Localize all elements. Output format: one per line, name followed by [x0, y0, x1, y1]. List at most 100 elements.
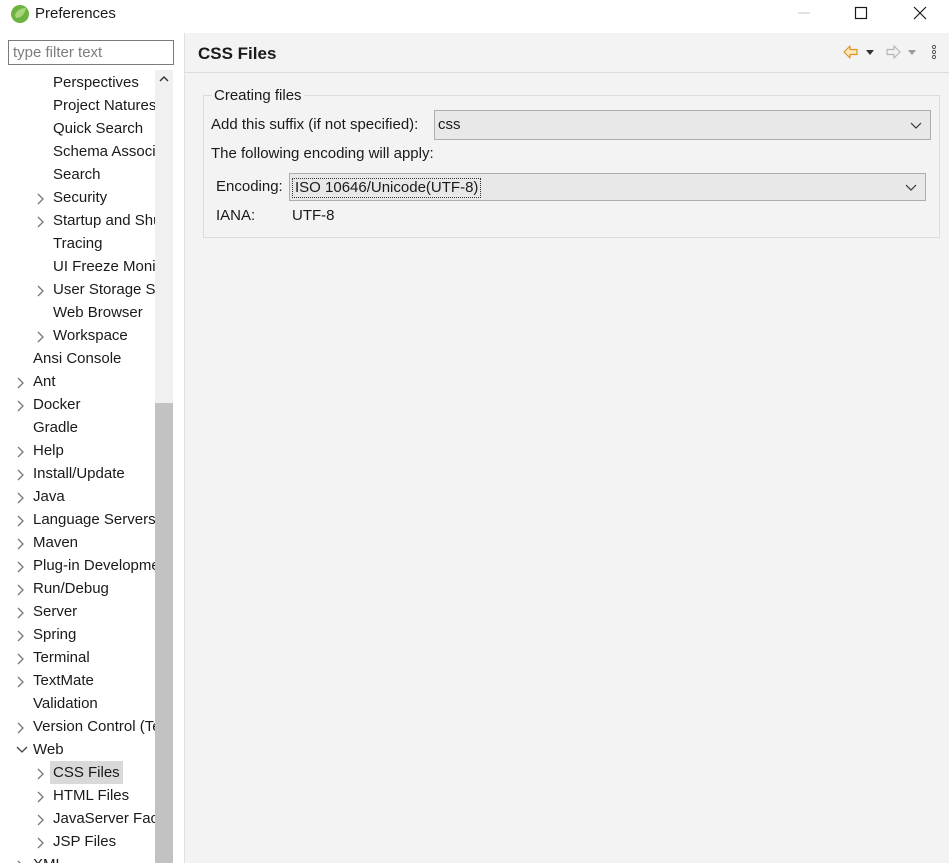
tree-item[interactable]: Gradle: [0, 416, 155, 439]
maximize-button[interactable]: [832, 0, 890, 30]
tree-item[interactable]: Project Natures: [0, 94, 155, 117]
tree-item[interactable]: Terminal: [0, 646, 155, 669]
encoding-combo[interactable]: ISO 10646/Unicode(UTF-8): [289, 173, 926, 201]
chevron-right-icon[interactable]: [35, 209, 47, 232]
filter-input[interactable]: [8, 40, 174, 65]
chevron-down-icon: [910, 122, 922, 129]
tree-item[interactable]: HTML Files: [0, 784, 155, 807]
suffix-combo[interactable]: css: [434, 110, 931, 140]
chevron-down-icon[interactable]: [15, 738, 28, 761]
tree-item[interactable]: Install/Update: [0, 462, 155, 485]
tree-item-label: Workspace: [53, 327, 128, 344]
chevron-right-icon[interactable]: [15, 485, 27, 508]
group-title: Creating files: [212, 87, 304, 104]
tree-item-label: Quick Search: [53, 120, 144, 137]
tree-item[interactable]: Schema Associations: [0, 140, 155, 163]
chevron-down-icon: [905, 184, 917, 191]
maximize-icon: [854, 6, 868, 20]
encoding-intro-text: The following encoding will apply:: [211, 145, 434, 162]
chevron-right-icon[interactable]: [35, 324, 47, 347]
tree-item[interactable]: Version Control (Team): [0, 715, 155, 738]
chevron-right-icon[interactable]: [15, 600, 27, 623]
preference-page: CSS Files Creating files Add this suffix…: [185, 33, 949, 863]
chevron-right-icon[interactable]: [15, 554, 27, 577]
tree-item[interactable]: Ant: [0, 370, 155, 393]
chevron-right-icon[interactable]: [15, 669, 27, 692]
tree-item-label: Startup and Shutdown: [53, 212, 155, 229]
tree-item[interactable]: XML: [0, 853, 155, 863]
tree-item[interactable]: Run/Debug: [0, 577, 155, 600]
chevron-right-icon[interactable]: [15, 462, 27, 485]
tree-item-label: Schema Associations: [53, 143, 155, 160]
title-bar: Preferences: [0, 0, 949, 30]
encoding-label: Encoding:: [216, 178, 283, 195]
tree-item-label: Security: [53, 189, 108, 206]
tree-item-label: Java: [33, 488, 65, 505]
tree-item[interactable]: TextMate: [0, 669, 155, 692]
tree-item[interactable]: Validation: [0, 692, 155, 715]
tree-item[interactable]: Search: [0, 163, 155, 186]
chevron-right-icon[interactable]: [35, 761, 47, 784]
tree-item[interactable]: Startup and Shutdown: [0, 209, 155, 232]
tree-item-label: HTML Files: [53, 787, 130, 804]
chevron-right-icon[interactable]: [35, 807, 47, 830]
preference-tree: Perspectives Project Natures Quick Search S…: [0, 70, 155, 863]
tree-item[interactable]: Help: [0, 439, 155, 462]
chevron-right-icon[interactable]: [15, 508, 27, 531]
tree-item[interactable]: JavaServer Faces Tools: [0, 807, 155, 830]
tree-item[interactable]: Maven: [0, 531, 155, 554]
tree-item[interactable]: UI Freeze Monitoring: [0, 255, 155, 278]
forward-history-dropdown[interactable]: [906, 43, 918, 61]
tree-item-label: Search: [53, 166, 101, 183]
chevron-right-icon[interactable]: [15, 393, 27, 416]
chevron-right-icon[interactable]: [15, 531, 27, 554]
scroll-up-button[interactable]: [155, 70, 173, 88]
back-button[interactable]: [842, 43, 860, 61]
chevron-right-icon[interactable]: [15, 623, 27, 646]
chevron-right-icon[interactable]: [15, 715, 27, 738]
tree-item[interactable]: Web: [0, 738, 155, 761]
iana-label: IANA:: [216, 207, 256, 224]
tree-item[interactable]: Server: [0, 600, 155, 623]
window-title: Preferences: [35, 5, 116, 22]
tree-scrollbar[interactable]: [155, 70, 173, 863]
tree-item[interactable]: Workspace: [0, 324, 155, 347]
chevron-right-icon[interactable]: [35, 784, 47, 807]
tree-item[interactable]: CSS Files: [0, 761, 155, 784]
tree-item[interactable]: Quick Search: [0, 117, 155, 140]
chevron-right-icon[interactable]: [15, 577, 27, 600]
tree-item[interactable]: Plug-in Development: [0, 554, 155, 577]
tree-item-label: JavaServer Faces Tools: [53, 810, 155, 827]
chevron-right-icon[interactable]: [15, 439, 27, 462]
tree-item-label: Version Control (Team): [33, 718, 155, 735]
tree-item[interactable]: Docker: [0, 393, 155, 416]
chevron-right-icon[interactable]: [35, 830, 47, 853]
tree-item[interactable]: Security: [0, 186, 155, 209]
chevron-right-icon[interactable]: [15, 646, 27, 669]
tree-item[interactable]: Ansi Console: [0, 347, 155, 370]
tree-item-label: Language Servers: [33, 511, 155, 528]
arrow-right-icon: [886, 45, 901, 59]
view-menu-button[interactable]: [930, 43, 938, 61]
tree-item[interactable]: Tracing: [0, 232, 155, 255]
page-header: CSS Files: [185, 33, 949, 73]
tree-item[interactable]: Java: [0, 485, 155, 508]
tree-item[interactable]: Perspectives: [0, 71, 155, 94]
chevron-right-icon[interactable]: [15, 370, 27, 393]
chevron-right-icon[interactable]: [35, 186, 47, 209]
chevron-right-icon[interactable]: [35, 278, 47, 301]
scroll-thumb[interactable]: [155, 403, 173, 863]
iana-value: UTF-8: [292, 207, 335, 224]
minimize-button[interactable]: [775, 0, 833, 30]
chevron-right-icon[interactable]: [15, 853, 27, 863]
back-history-dropdown[interactable]: [864, 43, 876, 61]
tree-item[interactable]: User Storage Service: [0, 278, 155, 301]
tree-item[interactable]: Web Browser: [0, 301, 155, 324]
forward-button[interactable]: [884, 43, 902, 61]
caret-down-icon: [866, 50, 874, 55]
tree-item[interactable]: JSP Files: [0, 830, 155, 853]
tree-item[interactable]: Language Servers: [0, 508, 155, 531]
tree-item[interactable]: Spring: [0, 623, 155, 646]
tree-item-label: JSP Files: [53, 833, 117, 850]
close-button[interactable]: [891, 0, 949, 30]
